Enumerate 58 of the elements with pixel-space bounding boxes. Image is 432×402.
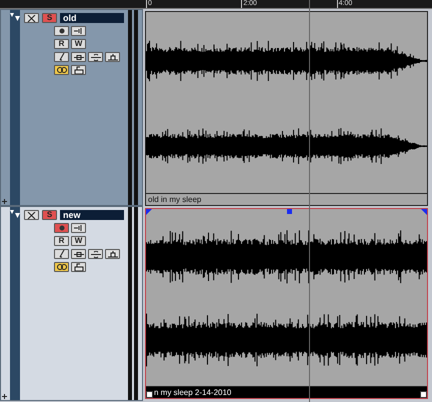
- send-icon: [108, 54, 118, 60]
- monitor-button[interactable]: [71, 26, 86, 36]
- write-button[interactable]: W: [71, 236, 86, 246]
- track-name-field[interactable]: new: [60, 210, 124, 220]
- lanes-icon: [56, 264, 66, 270]
- lock-button[interactable]: [71, 262, 86, 272]
- expand-icon[interactable]: [2, 394, 7, 399]
- send-button[interactable]: [105, 52, 120, 62]
- resize-handle[interactable]: [146, 391, 153, 398]
- eq-icon: [90, 54, 100, 60]
- lanes-icon: [56, 67, 66, 73]
- insert-button[interactable]: [71, 249, 86, 259]
- lock-icon: [74, 263, 84, 271]
- event-name: n my sleep 2-14-2010: [146, 386, 427, 398]
- track-name-field[interactable]: old: [60, 13, 124, 23]
- write-button[interactable]: W: [71, 39, 86, 49]
- monitor-button[interactable]: [71, 223, 86, 233]
- resize-handle[interactable]: [420, 391, 427, 398]
- read-button[interactable]: R: [54, 39, 69, 49]
- audio-event[interactable]: n my sleep 2-14-2010: [145, 208, 428, 399]
- event-name: old in my sleep: [146, 193, 427, 206]
- folder-toggle-icon[interactable]: [10, 210, 20, 218]
- insert-icon: [74, 54, 84, 60]
- folder-toggle-icon[interactable]: [10, 13, 20, 21]
- solo-button[interactable]: S: [42, 210, 57, 220]
- pen-icon: [58, 53, 64, 61]
- mute-icon: [27, 14, 36, 22]
- read-button[interactable]: R: [54, 236, 69, 246]
- lock-icon: [74, 66, 84, 74]
- track-header[interactable]: S old R W: [0, 9, 143, 206]
- eq-button[interactable]: [88, 249, 103, 259]
- lanes-button[interactable]: [54, 262, 69, 272]
- speaker-icon: [74, 225, 83, 231]
- eq-icon: [90, 250, 100, 258]
- mute-button[interactable]: [24, 210, 39, 220]
- insert-button[interactable]: [71, 52, 86, 62]
- expand-icon[interactable]: [2, 199, 7, 204]
- audio-event[interactable]: old in my sleep: [145, 11, 428, 206]
- fade-out-handle[interactable]: [421, 209, 427, 215]
- eq-button[interactable]: [88, 52, 103, 62]
- mute-icon: [27, 212, 36, 218]
- solo-button[interactable]: S: [42, 13, 57, 23]
- insert-icon: [74, 252, 84, 256]
- record-icon: [58, 28, 64, 34]
- edit-button[interactable]: [54, 52, 69, 62]
- speaker-icon: [74, 28, 83, 34]
- record-icon: [58, 225, 64, 231]
- track-header[interactable]: S new R W: [0, 206, 143, 401]
- volume-handle[interactable]: [286, 209, 292, 214]
- lock-button[interactable]: [71, 65, 86, 75]
- record-enable-button[interactable]: [54, 26, 69, 36]
- mute-button[interactable]: [24, 13, 39, 23]
- send-button[interactable]: [105, 249, 120, 259]
- send-icon: [108, 250, 118, 258]
- pen-icon: [58, 250, 64, 258]
- lanes-button[interactable]: [54, 65, 69, 75]
- edit-button[interactable]: [54, 249, 69, 259]
- fade-in-handle[interactable]: [146, 209, 152, 215]
